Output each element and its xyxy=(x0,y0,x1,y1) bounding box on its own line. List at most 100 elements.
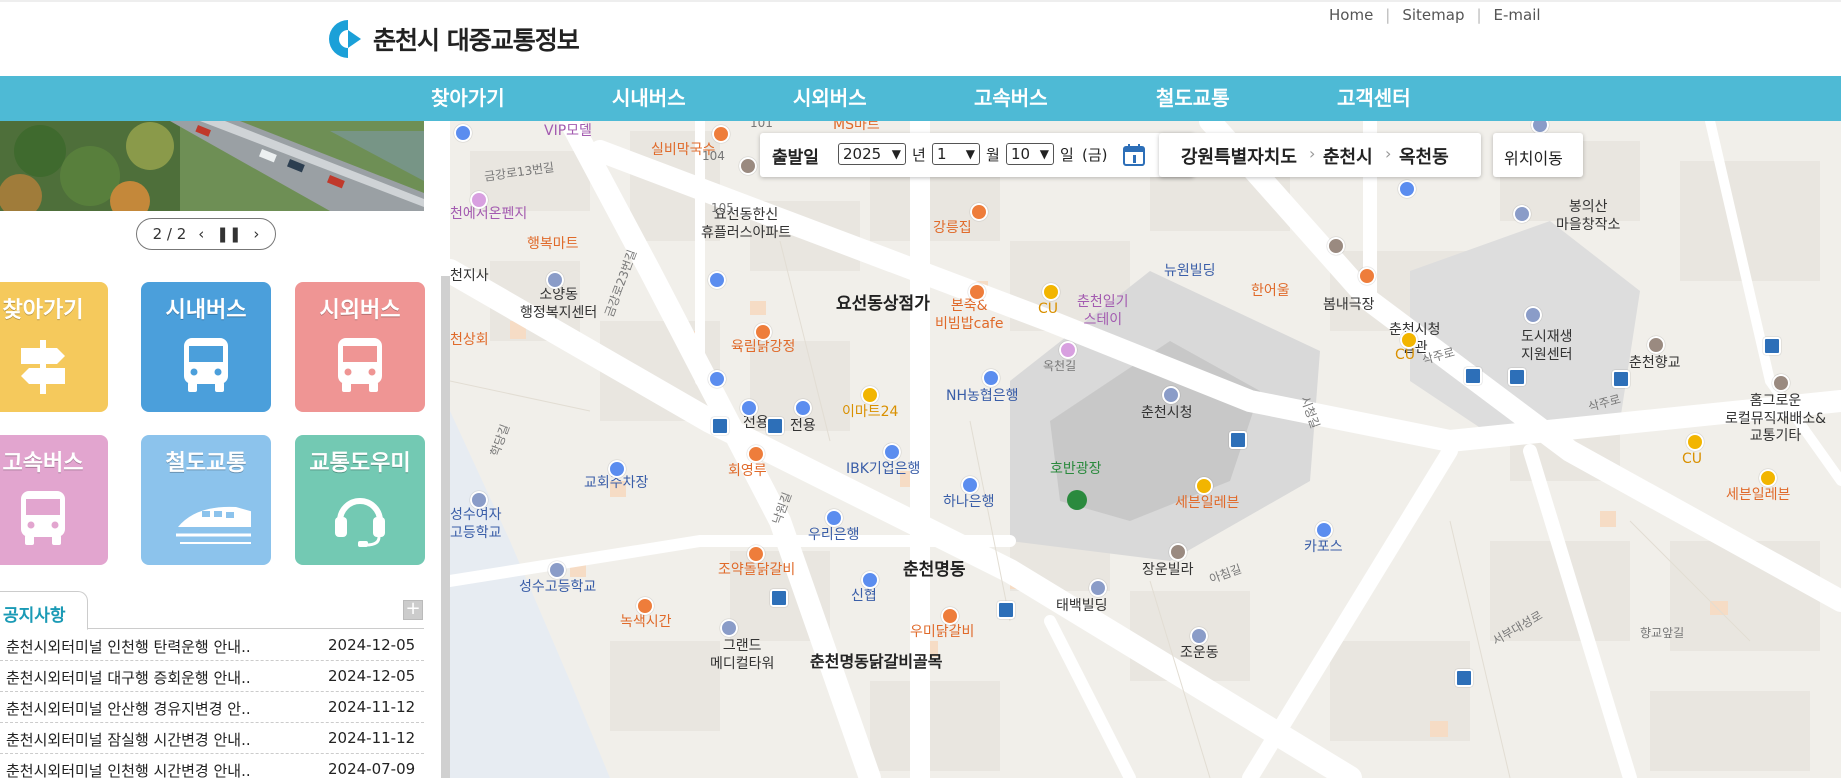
landmark-icon[interactable] xyxy=(1647,336,1665,354)
poi-label[interactable]: 봉의산 마을창작소 xyxy=(1556,199,1620,234)
notice-row[interactable]: 춘천시외터미널 대구행 증회운행 안내.. 2024-12-05 xyxy=(0,661,424,692)
notice-row-title[interactable]: 춘천시외터미널 대구행 증회운행 안내.. xyxy=(6,667,251,688)
poi-label[interactable]: 호반광장 xyxy=(1050,461,1102,479)
poi-label[interactable]: 천상회 xyxy=(450,332,489,350)
poi-label[interactable]: 녹색시간 xyxy=(620,614,672,632)
restaurant-icon[interactable] xyxy=(970,203,988,221)
poi-label[interactable]: 소양동 행정복지센터 xyxy=(520,287,597,322)
email-link[interactable]: E-mail xyxy=(1494,6,1541,24)
building-icon[interactable] xyxy=(1513,205,1531,223)
restaurant-icon[interactable] xyxy=(747,545,765,563)
site-logo[interactable]: 춘천시 대중교통정보 xyxy=(329,18,580,60)
poi-label[interactable]: 전용 xyxy=(790,418,816,436)
nav-item-city-bus[interactable]: 시내버스 xyxy=(612,82,686,111)
breadcrumb-city[interactable]: 춘천시 xyxy=(1323,143,1373,169)
notice-row[interactable]: 춘천시외터미널 인천행 시간변경 안내.. 2024-07-09 xyxy=(0,754,424,778)
bus-stop-icon[interactable] xyxy=(1612,370,1630,388)
poi-label[interactable]: 천에서온펜지 xyxy=(450,206,527,224)
parking-icon[interactable] xyxy=(708,271,726,289)
poi-label[interactable]: 춘천일기 스테이 xyxy=(1077,294,1129,329)
restaurant-icon[interactable] xyxy=(968,283,986,301)
restaurant-icon[interactable] xyxy=(712,125,730,143)
notice-tab[interactable]: 공지사항 xyxy=(0,591,88,630)
restaurant-icon[interactable] xyxy=(1358,267,1376,285)
building-icon[interactable] xyxy=(1524,306,1542,324)
poi-label[interactable]: 뉴원빌딩 xyxy=(1164,263,1216,281)
nav-item-railway[interactable]: 철도교통 xyxy=(1156,82,1230,111)
convenience-store-icon[interactable] xyxy=(1042,283,1060,301)
poi-label[interactable]: 카포스 xyxy=(1304,539,1343,557)
next-arrow-icon[interactable]: › xyxy=(253,225,259,243)
parking-icon[interactable] xyxy=(708,370,726,388)
poi-label[interactable]: CU xyxy=(1682,451,1702,469)
convenience-store-icon[interactable] xyxy=(861,386,879,404)
tile-find-way[interactable]: 찾아가기 xyxy=(0,282,108,412)
map-view[interactable]: VIP모델 MS마트 실비막국수 강릉집 요선동한신 휴플러스아파트 요선동상점… xyxy=(450,121,1841,778)
bus-stop-icon[interactable] xyxy=(1229,431,1247,449)
year-select[interactable]: 2025 ▼ xyxy=(838,143,906,165)
breadcrumb-province[interactable]: 강원특별자치도 xyxy=(1181,143,1297,169)
poi-label[interactable]: CU xyxy=(1038,301,1058,319)
parking-icon[interactable] xyxy=(1398,180,1416,198)
poi-label[interactable]: IBK기업은행 xyxy=(846,461,920,479)
bus-stop-icon[interactable] xyxy=(1763,337,1781,355)
parking-icon[interactable] xyxy=(454,124,472,142)
poi-label[interactable]: 성수고등학교 xyxy=(519,579,596,597)
prev-arrow-icon[interactable]: ‹ xyxy=(198,225,204,243)
bus-stop-icon[interactable] xyxy=(1464,367,1482,385)
poi-label[interactable]: 춘천향교 xyxy=(1629,355,1681,373)
calendar-icon[interactable] xyxy=(1122,143,1146,167)
poi-label[interactable]: 우미닭갈비 xyxy=(910,624,974,642)
lodging-icon[interactable] xyxy=(470,191,488,209)
bus-stop-icon[interactable] xyxy=(1508,368,1526,386)
restaurant-icon[interactable] xyxy=(754,323,772,341)
restaurant-icon[interactable] xyxy=(636,597,654,615)
notice-row-title[interactable]: 춘천시외터미널 인천행 시간변경 안내.. xyxy=(6,760,251,778)
poi-label[interactable]: NH농협은행 xyxy=(946,388,1019,406)
move-location-button[interactable]: 위치이동 xyxy=(1493,133,1583,177)
home-link[interactable]: Home xyxy=(1329,6,1373,24)
poi-label[interactable]: 봄내극장 xyxy=(1323,297,1375,315)
tile-intercity-bus[interactable]: 시외버스 xyxy=(295,282,425,412)
poi-label[interactable]: 신협 xyxy=(851,588,877,606)
poi-label[interactable]: CU xyxy=(1395,347,1415,365)
repair-shop-icon[interactable] xyxy=(1315,521,1333,539)
poi-label[interactable]: VIP모델 xyxy=(544,123,592,141)
pause-icon[interactable]: ❚❚ xyxy=(216,225,241,243)
theater-icon[interactable] xyxy=(1327,237,1345,255)
apartment-icon[interactable] xyxy=(1169,543,1187,561)
scrollbar[interactable] xyxy=(441,276,450,778)
poi-label[interactable]: 회영루 xyxy=(728,463,767,481)
notice-row-title[interactable]: 춘천시외터미널 잠실행 시간변경 안내.. xyxy=(6,729,251,750)
notice-row[interactable]: 춘천시외터미널 잠실행 시간변경 안내.. 2024-11-12 xyxy=(0,723,424,754)
building-icon[interactable] xyxy=(1190,627,1208,645)
school-icon[interactable] xyxy=(470,491,488,509)
bus-stop-icon[interactable] xyxy=(766,417,784,435)
poi-label[interactable]: 우리은행 xyxy=(808,527,860,545)
poi-label[interactable]: 조운동 xyxy=(1180,645,1219,663)
month-select[interactable]: 1 ▼ xyxy=(932,143,980,165)
breadcrumb-dong[interactable]: 옥천동 xyxy=(1399,143,1449,169)
bank-icon[interactable] xyxy=(883,443,901,461)
notice-row[interactable]: 춘천시외터미널 안산행 경유지변경 안.. 2024-11-12 xyxy=(0,692,424,723)
poi-label[interactable]: 그랜드 메디컬타워 xyxy=(710,638,774,673)
poi-label[interactable]: 이마트24 xyxy=(842,404,898,422)
poi-label[interactable]: 도시재생 지원센터 xyxy=(1521,329,1573,364)
bank-icon[interactable] xyxy=(825,509,843,527)
poi-label[interactable]: 성수여자 고등학교 xyxy=(450,507,502,542)
building-icon[interactable] xyxy=(720,619,738,637)
convenience-store-icon[interactable] xyxy=(1686,433,1704,451)
poi-label[interactable]: 육림닭강정 xyxy=(731,339,795,357)
bus-stop-icon[interactable] xyxy=(1455,669,1473,687)
poi-label[interactable]: 홈그로운 로컬뮤직재배소& 교통기타 xyxy=(1725,393,1826,446)
tile-express-bus[interactable]: 고속버스 xyxy=(0,435,108,565)
poi-label[interactable]: 본죽& 비빔밥cafe xyxy=(935,298,1003,333)
poi-label[interactable]: 세븐일레븐 xyxy=(1726,487,1790,505)
apartment-icon[interactable] xyxy=(739,157,757,175)
bus-stop-icon[interactable] xyxy=(711,417,729,435)
nav-item-intercity-bus[interactable]: 시외버스 xyxy=(793,82,867,111)
nav-item-express-bus[interactable]: 고속버스 xyxy=(974,82,1048,111)
restaurant-icon[interactable] xyxy=(941,607,959,625)
poi-label[interactable]: 춘천명동 xyxy=(903,560,966,581)
nav-item-customer-center[interactable]: 고객센터 xyxy=(1337,82,1411,111)
